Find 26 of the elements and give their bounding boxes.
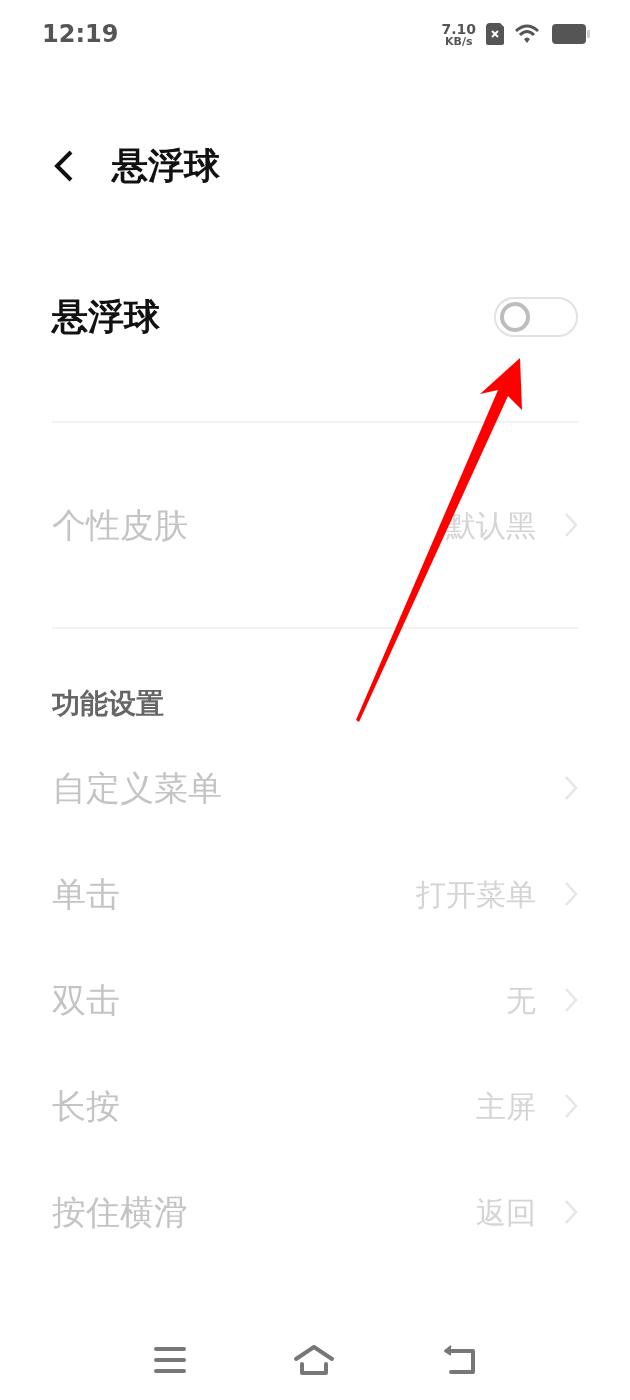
back-icon[interactable] [52,149,74,183]
speed-unit: KB/s [445,35,473,47]
toggle-label: 悬浮球 [52,295,160,339]
chevron-icon [564,775,578,801]
row-label: 长按 [52,1084,120,1128]
page-title: 悬浮球 [112,144,220,188]
chevron-icon [564,1093,578,1119]
menu-icon[interactable] [153,1346,187,1374]
row-label: 按住横滑 [52,1190,188,1234]
chevron-icon [564,512,578,538]
back-nav-icon[interactable] [441,1344,477,1376]
network-speed: 7.10 [441,21,476,36]
row-label: 个性皮肤 [52,503,188,547]
chevron-icon [564,881,578,907]
row-label: 自定义菜单 [52,766,222,810]
home-icon[interactable] [293,1344,335,1376]
battery-icon [552,24,590,44]
chevron-icon [564,1199,578,1225]
status-time: 12:19 [42,19,119,50]
wifi-icon [514,23,542,45]
no-sim-icon [486,23,504,45]
chevron-icon [564,987,578,1013]
section-title: 功能设置 [52,686,164,722]
toggle-switch[interactable] [494,297,578,337]
row-label: 双击 [52,978,120,1022]
row-label: 单击 [52,872,120,916]
